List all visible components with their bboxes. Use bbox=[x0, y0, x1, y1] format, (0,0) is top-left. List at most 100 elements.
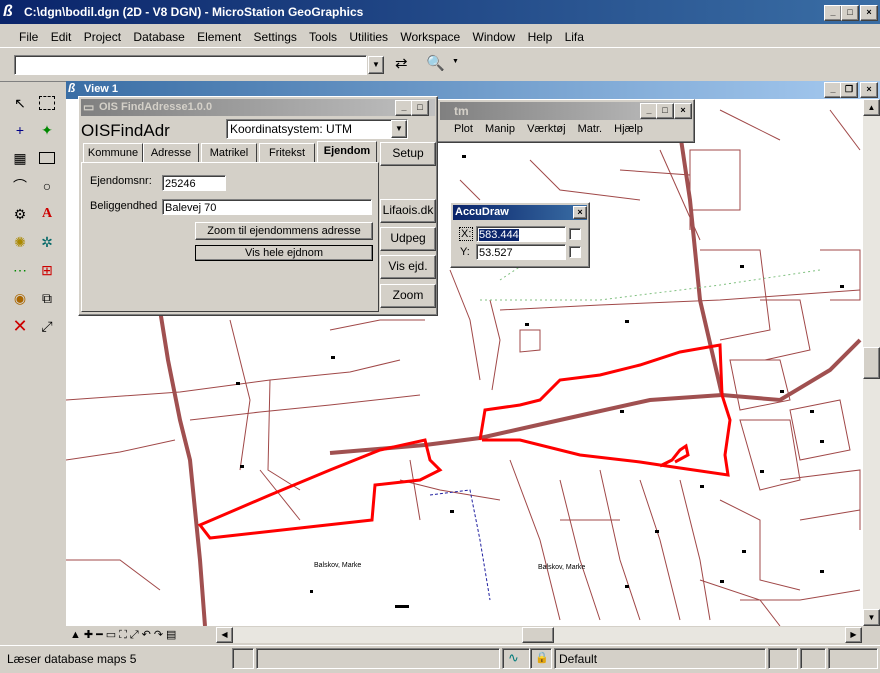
map-label-balskov-1: Balskov, Marke bbox=[314, 562, 361, 569]
dimension-icon[interactable]: ⋯ bbox=[9, 259, 31, 281]
arc-icon[interactable]: ⌒ bbox=[9, 175, 31, 197]
menu-bar: File Edit Project Database Element Setti… bbox=[0, 25, 880, 47]
search-dropdown-icon[interactable]: ▼ bbox=[452, 58, 459, 65]
menu-file[interactable]: File bbox=[19, 30, 38, 44]
udpeg-button[interactable]: Udpeg bbox=[380, 227, 436, 251]
view-controls-bar: ▲✚━▭⛶⤢↶↷▤ ◀ ▶ bbox=[66, 626, 863, 644]
delete-icon[interactable]: ✕ bbox=[9, 315, 31, 337]
zoom-button[interactable]: Zoom bbox=[380, 284, 436, 308]
ejendomsnr-field[interactable]: 25246 bbox=[162, 175, 226, 191]
accudraw-y-lock-checkbox[interactable] bbox=[569, 246, 581, 258]
snap-status[interactable]: ∿ bbox=[502, 648, 530, 669]
findadresse-maximize-button[interactable]: □ bbox=[411, 100, 429, 116]
fence-icon[interactable] bbox=[36, 92, 58, 114]
close-button[interactable]: × bbox=[860, 5, 878, 21]
search-icon[interactable]: 🔍 bbox=[426, 54, 446, 74]
view-horizontal-scrollbar[interactable]: ◀ ▶ bbox=[216, 627, 862, 643]
light-icon[interactable]: ✺ bbox=[9, 231, 31, 253]
view-close-button[interactable]: × bbox=[860, 82, 878, 98]
tab-panel: Ejendomsnr: 25246 Beliggendhed Balevej 7… bbox=[81, 162, 379, 312]
status-field-4 bbox=[800, 648, 826, 669]
scroll-up-button[interactable]: ▲ bbox=[863, 99, 880, 116]
lifaois-button[interactable]: Lifaois.dk bbox=[380, 199, 436, 223]
tab-adresse[interactable]: Adresse bbox=[143, 143, 199, 162]
menu-element[interactable]: Element bbox=[197, 30, 241, 44]
accudraw-title: AccuDraw bbox=[455, 206, 509, 218]
vis-ejd-button[interactable]: Vis ejd. bbox=[380, 255, 436, 279]
accudraw-y-field[interactable]: 53.527 bbox=[476, 244, 566, 260]
status-message: Læser database maps 5 bbox=[7, 652, 137, 666]
utm-menu-matr[interactable]: Matr. bbox=[578, 123, 602, 135]
utm-menu-vaerktoj[interactable]: Værktøj bbox=[527, 123, 566, 135]
rectangle-icon[interactable] bbox=[36, 147, 58, 169]
accudraw-x-field[interactable]: 583.444 bbox=[476, 226, 566, 242]
utm-menu-plot[interactable]: Plot bbox=[454, 123, 473, 135]
measure-icon[interactable]: ⚙ bbox=[9, 203, 31, 225]
dimension-box-icon[interactable]: ⊞ bbox=[36, 259, 58, 281]
findadresse-dialog: ▭ OIS FindAdresse1.0.0 _ □ × OISFindAdr … bbox=[78, 96, 438, 316]
keyin-dropdown-button[interactable]: ▼ bbox=[368, 56, 384, 74]
circle-icon[interactable]: ○ bbox=[36, 175, 58, 197]
toolbar: ▼ ⇄ 🔍 ▼ bbox=[0, 47, 880, 82]
accudraw-y-label: Y: bbox=[460, 246, 470, 258]
coord-system-select[interactable]: Koordinatsystem: UTM ▼ bbox=[226, 119, 408, 139]
copy-icon[interactable]: ⧉ bbox=[36, 287, 58, 309]
hatch-icon[interactable]: ▦ bbox=[9, 147, 31, 169]
accudraw-x-lock-checkbox[interactable] bbox=[569, 228, 581, 240]
scroll-thumb-vertical[interactable] bbox=[863, 347, 880, 379]
level-status[interactable]: Default bbox=[554, 648, 766, 669]
text-icon[interactable]: A bbox=[36, 203, 58, 225]
zoom-to-address-button[interactable]: Zoom til ejendommens adresse bbox=[195, 222, 373, 240]
utm-maximize-button[interactable]: □ bbox=[656, 103, 674, 119]
tab-matrikel[interactable]: Matrikel bbox=[201, 143, 257, 162]
coord-system-dropdown-icon[interactable]: ▼ bbox=[391, 120, 407, 138]
map-label-balskov-2: Balskov, Marke bbox=[538, 564, 585, 571]
snap-icon[interactable]: ✦ bbox=[36, 119, 58, 141]
scroll-right-button[interactable]: ▶ bbox=[845, 627, 862, 643]
scale-icon[interactable]: ⤢ bbox=[36, 315, 58, 337]
utm-menu-manip[interactable]: Manip bbox=[485, 123, 515, 135]
accudraw-title-bar: AccuDraw × bbox=[453, 205, 587, 220]
scroll-left-button[interactable]: ◀ bbox=[216, 627, 233, 643]
scroll-thumb-horizontal[interactable] bbox=[522, 627, 554, 643]
menu-database[interactable]: Database bbox=[133, 30, 184, 44]
scroll-down-button[interactable]: ▼ bbox=[863, 609, 880, 626]
tab-fritekst[interactable]: Fritekst bbox=[259, 143, 315, 162]
beliggenhed-field[interactable]: Balevej 70 bbox=[162, 199, 372, 215]
menu-tools[interactable]: Tools bbox=[309, 30, 337, 44]
view-control-icons[interactable]: ▲✚━▭⛶⤢↶↷▤ bbox=[70, 628, 179, 642]
keyin-field[interactable] bbox=[14, 55, 367, 75]
utm-menu-hjaelp[interactable]: Hjælp bbox=[614, 123, 643, 135]
menu-workspace[interactable]: Workspace bbox=[400, 30, 460, 44]
status-field-5 bbox=[828, 648, 878, 669]
accudraw-panel: AccuDraw × X: 583.444 Y: 53.527 bbox=[450, 202, 590, 268]
menu-settings[interactable]: Settings bbox=[254, 30, 297, 44]
tab-ejendom[interactable]: Ejendom bbox=[317, 141, 377, 163]
move-icon[interactable]: + bbox=[9, 119, 31, 141]
menu-utilities[interactable]: Utilities bbox=[349, 30, 388, 44]
snap-icon-status: ∿ bbox=[508, 650, 519, 665]
menu-edit[interactable]: Edit bbox=[51, 30, 72, 44]
menu-window[interactable]: Window bbox=[473, 30, 516, 44]
menu-lifa[interactable]: Lifa bbox=[565, 30, 584, 44]
view-icon: ß bbox=[68, 81, 76, 95]
select-arrow-icon[interactable]: ↖ bbox=[9, 92, 31, 114]
accudraw-close-button[interactable]: × bbox=[573, 206, 587, 219]
setup-button[interactable]: Setup bbox=[380, 142, 436, 166]
main-tool-palette: ↖ + ✦ ▦ ⌒ ○ ⚙ A ✺ ✲ ⋯ ⊞ ◉ ⧉ ✕ ⤢ bbox=[4, 89, 62, 345]
utm-close-button[interactable]: × bbox=[674, 103, 692, 119]
tab-kommune[interactable]: Kommune bbox=[83, 143, 143, 162]
minimize-button[interactable]: _ bbox=[824, 5, 842, 21]
maximize-button[interactable]: □ bbox=[841, 5, 859, 21]
network-icon[interactable]: ⇄ bbox=[395, 54, 415, 74]
status-field-3 bbox=[768, 648, 798, 669]
lock-status[interactable]: 🔒 bbox=[530, 648, 552, 669]
menu-help[interactable]: Help bbox=[528, 30, 553, 44]
view-vertical-scrollbar[interactable]: ▲ ▼ bbox=[863, 99, 880, 626]
view-restore-button[interactable]: ❐ bbox=[840, 82, 858, 98]
show-property-button[interactable]: Vis hele ejdnom bbox=[195, 245, 373, 261]
utm-title-bar: tm _ □ × bbox=[440, 102, 692, 120]
menu-project[interactable]: Project bbox=[84, 30, 121, 44]
palette-icon[interactable]: ◉ bbox=[9, 287, 31, 309]
cell-icon[interactable]: ✲ bbox=[36, 231, 58, 253]
